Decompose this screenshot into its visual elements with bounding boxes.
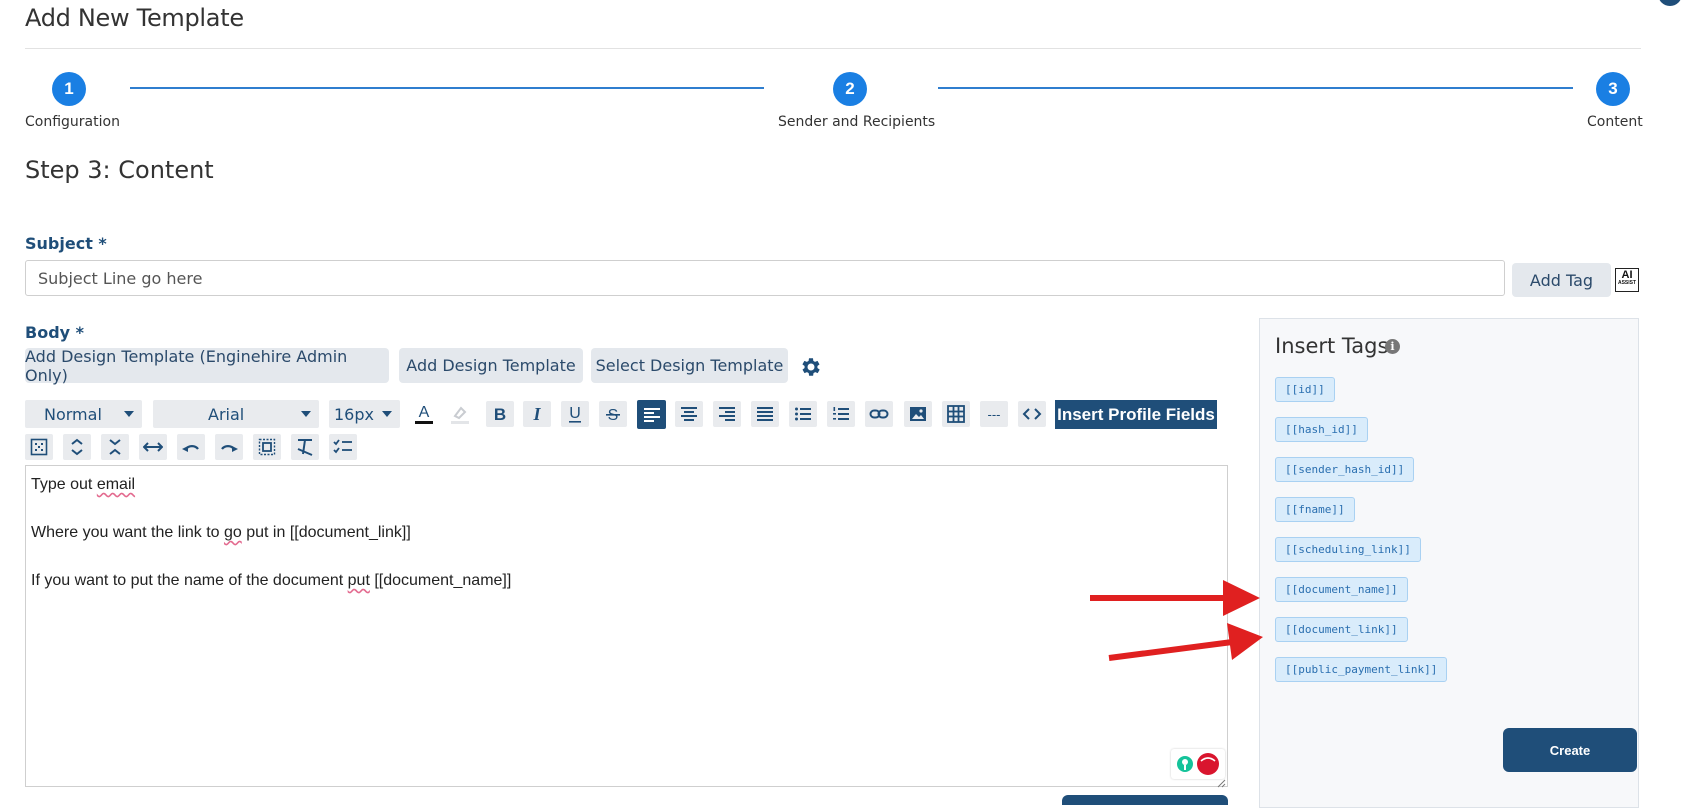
align-right-icon[interactable] bbox=[713, 401, 741, 427]
tag-public-payment-link[interactable]: [[public_payment_link]] bbox=[1275, 657, 1448, 682]
chevron-down-icon bbox=[301, 411, 311, 417]
font-size-value: 16px bbox=[334, 404, 374, 424]
svg-text:I: I bbox=[532, 404, 541, 424]
subject-label: Subject * bbox=[25, 234, 107, 253]
font-family-select[interactable]: Arial bbox=[153, 400, 319, 428]
paragraph-style-value: Normal bbox=[44, 404, 102, 424]
align-justify-icon[interactable] bbox=[751, 401, 779, 427]
resize-handle-icon[interactable] bbox=[1216, 775, 1226, 788]
insert-profile-fields-button[interactable]: Insert Profile Fields bbox=[1055, 400, 1217, 429]
svg-text:A: A bbox=[419, 404, 430, 421]
highlight-color-icon[interactable] bbox=[446, 401, 474, 427]
bold-icon[interactable]: B bbox=[486, 401, 514, 427]
svg-text:B: B bbox=[494, 405, 506, 424]
tag-sender-hash-id[interactable]: [[sender_hash_id]] bbox=[1275, 457, 1415, 482]
tag-document-name[interactable]: [[document_name]] bbox=[1275, 577, 1408, 602]
spellcheck-word: go bbox=[223, 524, 242, 541]
secondary-button[interactable] bbox=[1062, 795, 1228, 805]
undo-icon[interactable] bbox=[177, 434, 205, 460]
align-left-icon[interactable] bbox=[637, 400, 666, 429]
ai-assist-icon[interactable]: AI ASSIST bbox=[1615, 268, 1639, 292]
chevron-down-icon bbox=[382, 411, 392, 417]
stepper-connector bbox=[938, 87, 1573, 89]
editor-line-1: Type out email bbox=[31, 476, 135, 494]
email-body-editor[interactable]: Type out email Where you want the link t… bbox=[25, 465, 1228, 788]
table-icon[interactable] bbox=[942, 401, 970, 427]
tag-hash-id[interactable]: [[hash_id]] bbox=[1275, 417, 1368, 442]
italic-icon[interactable]: I bbox=[523, 401, 551, 427]
editor-line-3: If you want to put the name of the docum… bbox=[31, 572, 511, 590]
numbered-list-icon[interactable] bbox=[827, 401, 855, 427]
gear-icon[interactable] bbox=[799, 355, 823, 379]
step-1-circle[interactable]: 1 bbox=[52, 72, 86, 106]
stepper-connector bbox=[130, 87, 764, 89]
editor-line-2: Where you want the link to go put in [[d… bbox=[31, 524, 411, 542]
code-view-icon[interactable] bbox=[1018, 401, 1046, 427]
add-design-template-admin-button[interactable]: Add Design Template (Enginehire Admin On… bbox=[25, 347, 389, 385]
step-2-circle[interactable]: 2 bbox=[833, 72, 867, 106]
editor-text: [[document_name]] bbox=[369, 572, 512, 589]
font-color-icon[interactable]: A bbox=[410, 401, 438, 427]
step-heading: Step 3: Content bbox=[25, 156, 214, 184]
ai-badge-subtext: ASSIST bbox=[1617, 280, 1637, 286]
checklist-icon[interactable] bbox=[329, 434, 357, 460]
info-icon[interactable]: i bbox=[1385, 339, 1400, 354]
annotation-arrows bbox=[1090, 580, 1263, 661]
page-title: Add New Template bbox=[25, 4, 244, 32]
add-design-template-button[interactable]: Add Design Template bbox=[399, 348, 583, 383]
collapse-vertical-icon[interactable] bbox=[101, 434, 129, 460]
block-select-icon[interactable] bbox=[253, 434, 281, 460]
body-label: Body * bbox=[25, 323, 85, 342]
underline-icon[interactable]: U bbox=[561, 401, 589, 427]
user-avatar[interactable] bbox=[1658, 0, 1682, 6]
arrow-to-document-link bbox=[1108, 623, 1263, 661]
create-button[interactable]: Create bbox=[1503, 728, 1637, 772]
select-design-template-button[interactable]: Select Design Template bbox=[591, 348, 788, 383]
subject-input[interactable] bbox=[25, 260, 1505, 296]
step-3-circle[interactable]: 3 bbox=[1596, 72, 1630, 106]
insert-tags-title: Insert Tags bbox=[1275, 334, 1389, 358]
arrow-to-document-name bbox=[1090, 580, 1260, 616]
tag-scheduling-link[interactable]: [[scheduling_link]] bbox=[1275, 537, 1421, 562]
align-center-icon[interactable] bbox=[675, 401, 703, 427]
editor-text: put in [[document_link]] bbox=[241, 524, 411, 541]
editor-text: Where you want the link to bbox=[31, 524, 224, 541]
step-2-label: Sender and Recipients bbox=[778, 114, 936, 130]
editor-text: If you want to put the name of the docum… bbox=[31, 572, 348, 589]
spellcheck-word: put bbox=[347, 572, 370, 589]
tag-id[interactable]: [[id]] bbox=[1275, 377, 1335, 402]
font-family-value: Arial bbox=[208, 404, 245, 424]
image-icon[interactable] bbox=[904, 401, 932, 427]
add-tag-button[interactable]: Add Tag bbox=[1512, 263, 1611, 297]
strikethrough-icon[interactable]: S bbox=[599, 401, 627, 427]
spellcheck-word: email bbox=[96, 476, 136, 493]
horizontal-rule-button[interactable]: --- bbox=[980, 401, 1008, 427]
chevron-down-icon bbox=[124, 411, 134, 417]
expand-vertical-icon[interactable] bbox=[63, 434, 91, 460]
paragraph-style-select[interactable]: Normal bbox=[25, 400, 142, 428]
fit-width-icon[interactable] bbox=[139, 434, 167, 460]
svg-text:U: U bbox=[569, 405, 581, 422]
link-icon[interactable] bbox=[865, 401, 893, 427]
font-size-select[interactable]: 16px bbox=[329, 400, 400, 428]
step-1-label: Configuration bbox=[25, 114, 120, 130]
bullet-list-icon[interactable] bbox=[789, 401, 817, 427]
tag-fname[interactable]: [[fname]] bbox=[1275, 497, 1355, 522]
title-divider bbox=[25, 48, 1641, 49]
redo-icon[interactable] bbox=[215, 434, 243, 460]
clear-formatting-icon[interactable] bbox=[291, 434, 319, 460]
select-all-icon[interactable] bbox=[25, 434, 53, 460]
tag-document-link[interactable]: [[document_link]] bbox=[1275, 617, 1408, 642]
editor-text: Type out bbox=[31, 476, 97, 493]
step-3-label: Content bbox=[1587, 114, 1643, 130]
